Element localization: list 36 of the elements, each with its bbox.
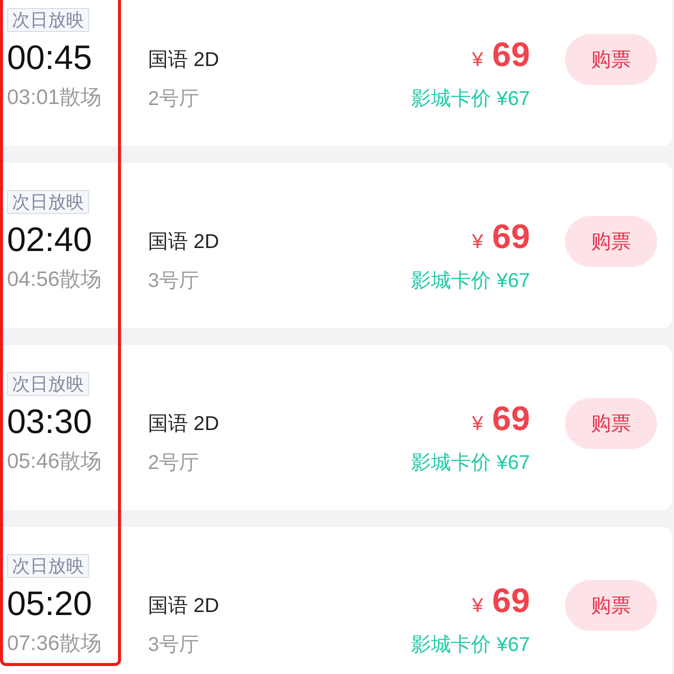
- language-format: 国语 2D: [148, 412, 220, 436]
- next-day-tag: 次日放映: [7, 554, 89, 578]
- currency-symbol: ¥: [472, 230, 484, 254]
- ticket-price: 69: [492, 582, 530, 620]
- next-day-tag: 次日放映: [7, 190, 89, 214]
- hall-name: 3号厅: [148, 632, 200, 658]
- language-format: 国语 2D: [148, 230, 220, 254]
- member-card-price: 影城卡价 ¥67: [411, 450, 530, 476]
- currency-symbol: ¥: [472, 412, 484, 436]
- ticket-price: 69: [492, 218, 530, 256]
- end-time: 05:46散场: [7, 449, 102, 475]
- member-card-price: 影城卡价 ¥67: [411, 86, 530, 112]
- buy-ticket-button[interactable]: 购票: [565, 398, 657, 448]
- start-time: 05:20: [7, 584, 92, 624]
- next-day-tag: 次日放映: [7, 8, 89, 32]
- end-time: 04:56散场: [7, 267, 102, 293]
- end-time: 07:36散场: [7, 631, 102, 657]
- hall-name: 2号厅: [148, 86, 200, 112]
- buy-ticket-button[interactable]: 购票: [565, 216, 657, 266]
- ticket-price: 69: [492, 36, 530, 74]
- currency-symbol: ¥: [472, 594, 484, 618]
- member-card-price: 影城卡价 ¥67: [411, 268, 530, 294]
- end-time: 03:01散场: [7, 85, 102, 111]
- hall-name: 2号厅: [148, 450, 200, 476]
- currency-symbol: ¥: [472, 48, 484, 72]
- member-card-price: 影城卡价 ¥67: [411, 632, 530, 658]
- ticket-price: 69: [492, 400, 530, 438]
- language-format: 国语 2D: [148, 594, 220, 618]
- hall-name: 3号厅: [148, 268, 200, 294]
- buy-ticket-button[interactable]: 购票: [565, 34, 657, 84]
- start-time: 00:45: [7, 38, 92, 78]
- buy-ticket-button[interactable]: 购票: [565, 580, 657, 630]
- language-format: 国语 2D: [148, 48, 220, 72]
- start-time: 03:30: [7, 402, 92, 442]
- next-day-tag: 次日放映: [7, 372, 89, 396]
- start-time: 02:40: [7, 220, 92, 260]
